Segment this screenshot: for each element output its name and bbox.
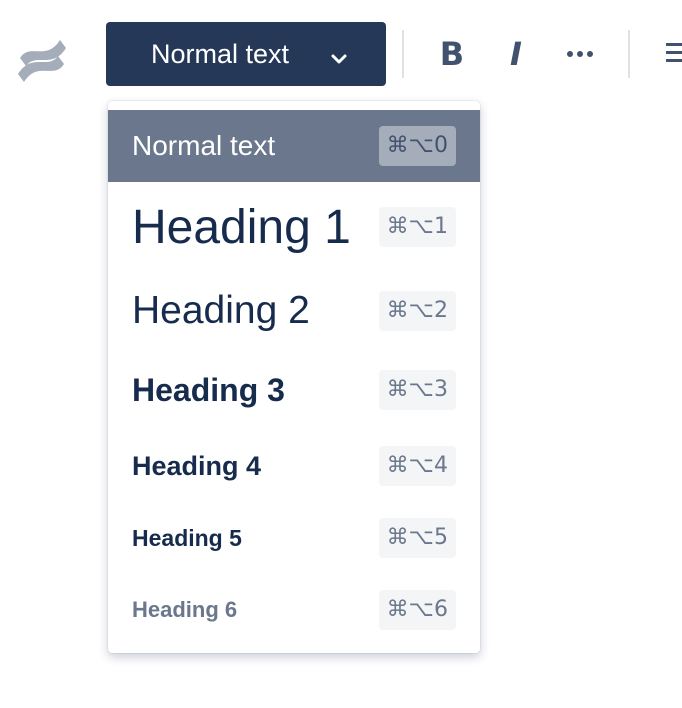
keyboard-shortcut: ⌘⌥0	[378, 126, 456, 166]
menu-item-label: Heading 1	[132, 200, 351, 254]
keyboard-shortcut: ⌘⌥6	[378, 590, 456, 630]
text-style-menu: Normal text ⌘⌥0 Heading 1 ⌘⌥1 Heading 2 …	[108, 101, 480, 653]
text-style-selected: Normal text	[151, 38, 290, 69]
menu-item-heading-6[interactable]: Heading 6 ⌘⌥6	[108, 576, 480, 644]
keyboard-shortcut: ⌘⌥5	[378, 518, 456, 558]
bold-button[interactable]: B	[432, 32, 472, 76]
menu-item-heading-4[interactable]: Heading 4 ⌘⌥4	[108, 431, 480, 501]
menu-item-label: Heading 3	[132, 371, 285, 408]
bullet-list-icon	[660, 40, 682, 69]
confluence-logo-icon[interactable]	[16, 36, 68, 86]
menu-item-label: Heading 4	[132, 450, 262, 481]
chevron-down-icon	[330, 44, 348, 64]
keyboard-shortcut: ⌘⌥4	[378, 446, 456, 486]
menu-item-label: Heading 6	[132, 597, 238, 622]
menu-item-label: Heading 2	[132, 289, 310, 332]
bold-icon: B	[439, 35, 465, 73]
menu-item-label: Heading 5	[132, 524, 242, 551]
keyboard-shortcut: ⌘⌥3	[378, 370, 456, 410]
menu-item-heading-1[interactable]: Heading 1 ⌘⌥1	[108, 186, 480, 268]
more-horizontal-icon	[566, 45, 594, 63]
text-style-dropdown[interactable]: Normal text	[106, 22, 386, 86]
keyboard-shortcut: ⌘⌥1	[378, 207, 456, 247]
toolbar-divider	[402, 30, 404, 78]
italic-button[interactable]: I	[496, 32, 536, 76]
menu-item-heading-2[interactable]: Heading 2 ⌘⌥2	[108, 272, 480, 350]
menu-item-normal-text[interactable]: Normal text ⌘⌥0	[108, 110, 480, 182]
keyboard-shortcut: ⌘⌥2	[378, 291, 456, 331]
more-formatting-button[interactable]	[560, 32, 600, 76]
menu-item-heading-5[interactable]: Heading 5 ⌘⌥5	[108, 504, 480, 572]
italic-icon: I	[510, 35, 522, 73]
menu-item-heading-3[interactable]: Heading 3 ⌘⌥3	[108, 353, 480, 427]
menu-item-label: Normal text	[132, 130, 276, 161]
bullet-list-button[interactable]	[660, 32, 682, 76]
toolbar-divider	[628, 30, 630, 78]
